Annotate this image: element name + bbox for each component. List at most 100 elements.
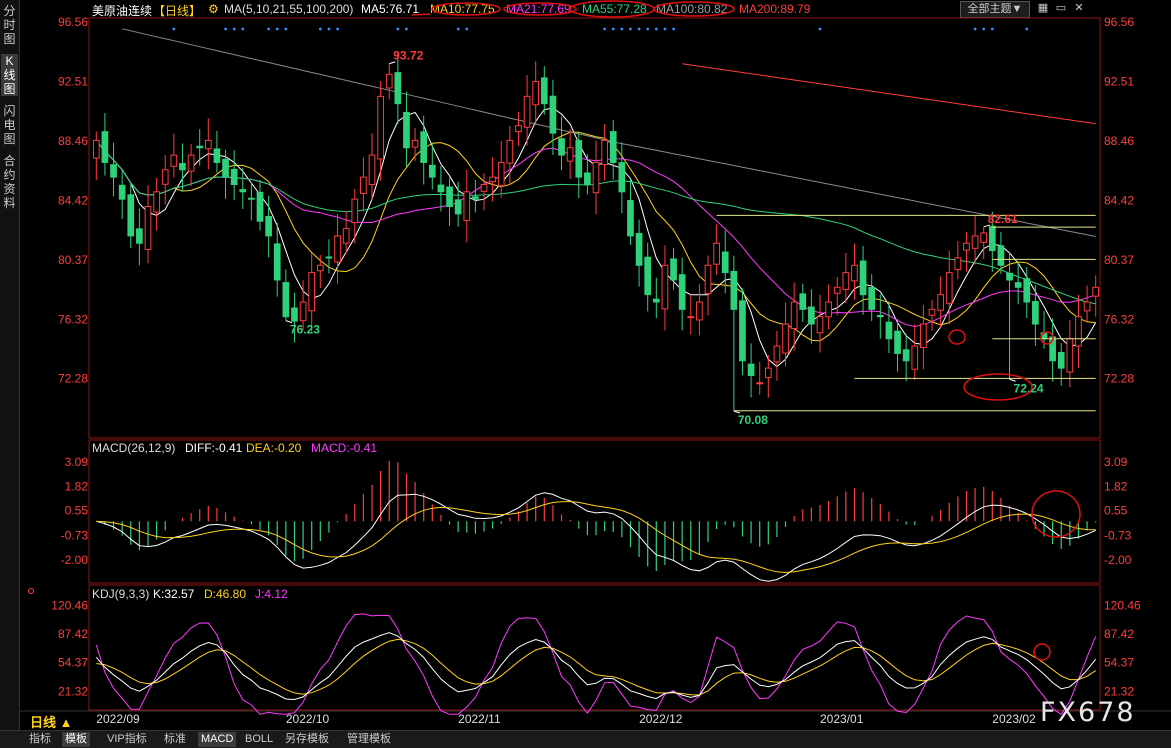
- tab-boll[interactable]: BOLL: [242, 732, 276, 747]
- candle-body: [859, 260, 867, 296]
- signal-dot: [672, 27, 675, 31]
- candle-body: [885, 321, 893, 340]
- extreme-label: 82.61: [988, 212, 1018, 226]
- candle-body: [833, 286, 841, 294]
- signal-dot: [465, 27, 469, 31]
- signal-dot: [611, 27, 615, 31]
- candle-body: [351, 198, 359, 224]
- candle-body: [342, 228, 350, 244]
- candle-body: [601, 139, 608, 165]
- candle-body: [816, 316, 824, 334]
- candle-body: [161, 169, 169, 185]
- y-tick-right: 88.46: [1104, 134, 1134, 148]
- tab-indicators[interactable]: 指标: [26, 732, 54, 747]
- candle-body: [1023, 278, 1031, 303]
- macd-y-tick-right: 0.55: [1104, 504, 1128, 518]
- candle-body: [566, 147, 574, 162]
- kdj-y-tick-left: 21.32: [58, 684, 88, 698]
- panel-border-1: [88, 17, 1101, 439]
- candle-body: [273, 243, 281, 281]
- candle-body: [446, 186, 453, 208]
- signal-dot: [275, 27, 279, 31]
- candle-body: [868, 287, 876, 310]
- candle-body: [385, 73, 393, 89]
- candle-body: [239, 189, 247, 193]
- signal-dot: [224, 27, 227, 31]
- annotation-circle: [1031, 490, 1081, 538]
- candle-body: [1083, 301, 1091, 312]
- chart-labels: 96.56 96.56 92.51 92.51 88.46 88.46 84.42 84.42…: [28, 15, 1141, 726]
- watermark-logo: FX678: [1040, 697, 1136, 728]
- signal-dot: [456, 27, 460, 31]
- candle-body: [153, 191, 160, 213]
- chart-canvas[interactable]: 96.56 96.56 92.51 92.51 88.46 88.46 84.42 84.42…: [0, 0, 1171, 730]
- candle-body: [721, 251, 729, 274]
- candle-body: [799, 293, 807, 310]
- candle-body: [851, 264, 858, 282]
- signal-dot: [172, 27, 176, 31]
- macd-y-tick-right: 1.82: [1104, 479, 1128, 493]
- candle-body: [472, 196, 479, 200]
- tab-manage-templates[interactable]: 管理模板: [344, 732, 394, 747]
- tab-macd[interactable]: MACD: [198, 732, 237, 747]
- candle-body: [739, 300, 746, 362]
- candle-body: [325, 256, 333, 259]
- signal-dot: [654, 27, 658, 31]
- candle-body: [971, 235, 979, 249]
- kdj-d-value: D:46.80: [204, 587, 246, 601]
- annotation-circle: [431, 2, 501, 16]
- x-tick-label: 2022/11: [458, 712, 501, 726]
- candle-body: [713, 242, 720, 265]
- y-tick-left: 76.32: [58, 312, 88, 326]
- candle-body: [928, 308, 936, 316]
- tab-standard[interactable]: 标准: [161, 732, 189, 747]
- candle-body: [213, 148, 221, 163]
- kdj-j-value: J:4.12: [255, 587, 288, 601]
- candle-body: [627, 200, 634, 237]
- annotation-circle: [569, 0, 655, 18]
- candle-body: [1066, 338, 1074, 373]
- signal-dot: [973, 27, 977, 31]
- signal-dot: [637, 27, 641, 31]
- candle-body: [110, 164, 117, 178]
- period-dropdown-button[interactable]: 日线 ▲: [30, 712, 72, 731]
- tab-vip-indicators[interactable]: VIP指标: [104, 732, 150, 747]
- kdj-y-tick-right: 54.37: [1104, 656, 1134, 670]
- candle-body: [506, 139, 514, 164]
- candle-body: [764, 367, 772, 378]
- candle-body: [204, 139, 212, 150]
- candle-body: [963, 242, 970, 251]
- signal-dot: [396, 27, 400, 31]
- candle-body: [902, 349, 910, 362]
- kdj-d-line: [96, 638, 1096, 696]
- y-tick-left: 72.28: [58, 372, 88, 386]
- y-tick-left: 96.56: [58, 15, 88, 29]
- candle-body: [558, 138, 565, 156]
- candle-body: [670, 258, 677, 281]
- candle-body: [377, 95, 384, 160]
- tab-templates[interactable]: 模板: [62, 732, 90, 747]
- candle-body: [291, 307, 298, 322]
- candle-body: [1075, 316, 1082, 347]
- candle-body: [980, 232, 988, 243]
- tab-save-template[interactable]: 另存模板: [282, 732, 332, 747]
- candle-body: [782, 323, 789, 354]
- candle-body: [678, 274, 686, 310]
- extreme-label: 70.08: [738, 413, 768, 427]
- candle-body: [540, 77, 548, 105]
- kdj-y-tick-right: 120.46: [1104, 598, 1141, 612]
- x-tick-label: 2022/10: [286, 712, 330, 726]
- candle-body: [1057, 351, 1065, 369]
- candle-body: [532, 81, 540, 106]
- candle-body: [756, 382, 764, 385]
- candle-body: [316, 264, 324, 272]
- candle-body: [730, 270, 738, 310]
- candle-body: [92, 139, 100, 159]
- candle-body: [635, 232, 643, 266]
- candle-body: [463, 191, 471, 221]
- candle-body: [411, 139, 419, 148]
- candle-body: [592, 161, 600, 194]
- y-tick-right: 80.37: [1104, 253, 1134, 267]
- panel-border-3: [88, 584, 1101, 711]
- signal-dot: [982, 27, 986, 31]
